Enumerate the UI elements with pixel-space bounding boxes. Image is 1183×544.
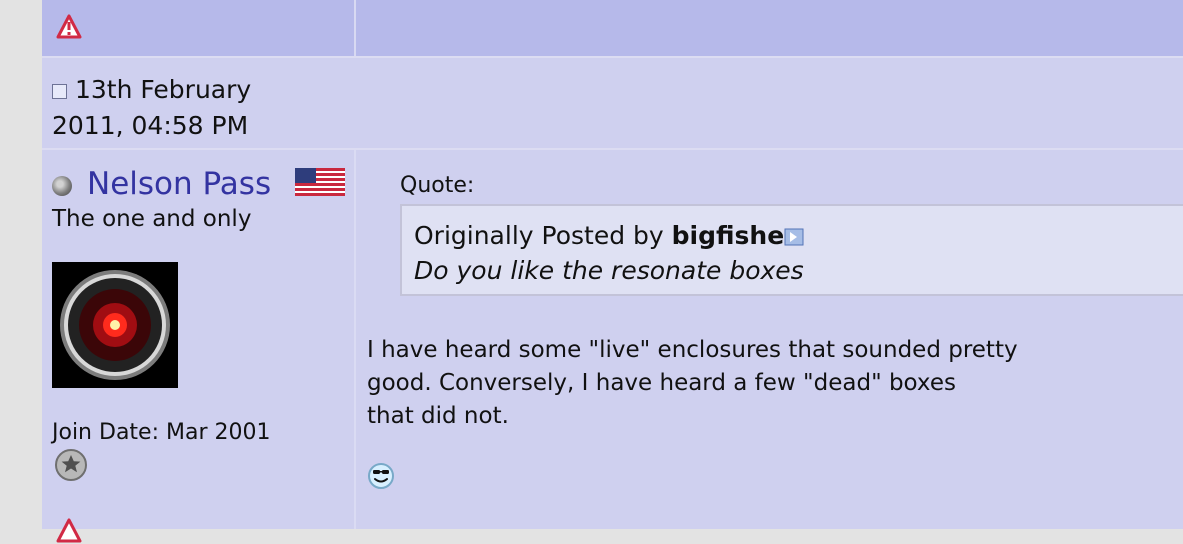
- post-header-left-cell: [42, 0, 356, 56]
- cool-sunglasses-smiley-icon: [368, 463, 394, 489]
- reputation-star-icon: [55, 449, 87, 481]
- post-header-bar: [42, 0, 1183, 56]
- post-date-text: 13th February: [75, 75, 252, 104]
- offline-status-icon: [52, 176, 72, 196]
- report-post-warning-icon[interactable]: [56, 518, 82, 544]
- report-post-warning-icon[interactable]: [56, 14, 82, 40]
- view-post-icon[interactable]: [784, 228, 804, 246]
- join-date: Join Date: Mar 2001: [52, 420, 271, 445]
- header-divider: [42, 56, 1183, 58]
- user-avatar[interactable]: [52, 262, 178, 388]
- post-icon: [52, 84, 67, 99]
- us-flag-icon: [295, 168, 345, 196]
- message-line: I have heard some "live" enclosures that…: [367, 337, 1018, 363]
- quote-text: Do you like the resonate boxes: [414, 256, 804, 285]
- post-date: 13th February 2011, 04:58 PM: [52, 72, 251, 144]
- username-link[interactable]: Nelson Pass: [87, 164, 271, 204]
- message-line: that did not.: [367, 403, 509, 429]
- quote-prefix: Originally Posted by: [414, 221, 672, 250]
- forum-post-frame: 13th February 2011, 04:58 PM Nelson Pass…: [42, 0, 1183, 543]
- quote-author-name: bigfishe: [671, 221, 785, 250]
- quote-author-line: Originally Posted by bigfishe: [414, 220, 804, 252]
- message-body: I have heard some "live" enclosures that…: [367, 334, 1127, 433]
- quote-label: Quote:: [400, 173, 475, 198]
- message-line: good. Conversely, I have heard a few "de…: [367, 370, 956, 396]
- user-title: The one and only: [52, 206, 252, 232]
- quote-box: Originally Posted by bigfishe Do you lik…: [400, 204, 1183, 296]
- post-time-text: 2011, 04:58 PM: [52, 111, 249, 140]
